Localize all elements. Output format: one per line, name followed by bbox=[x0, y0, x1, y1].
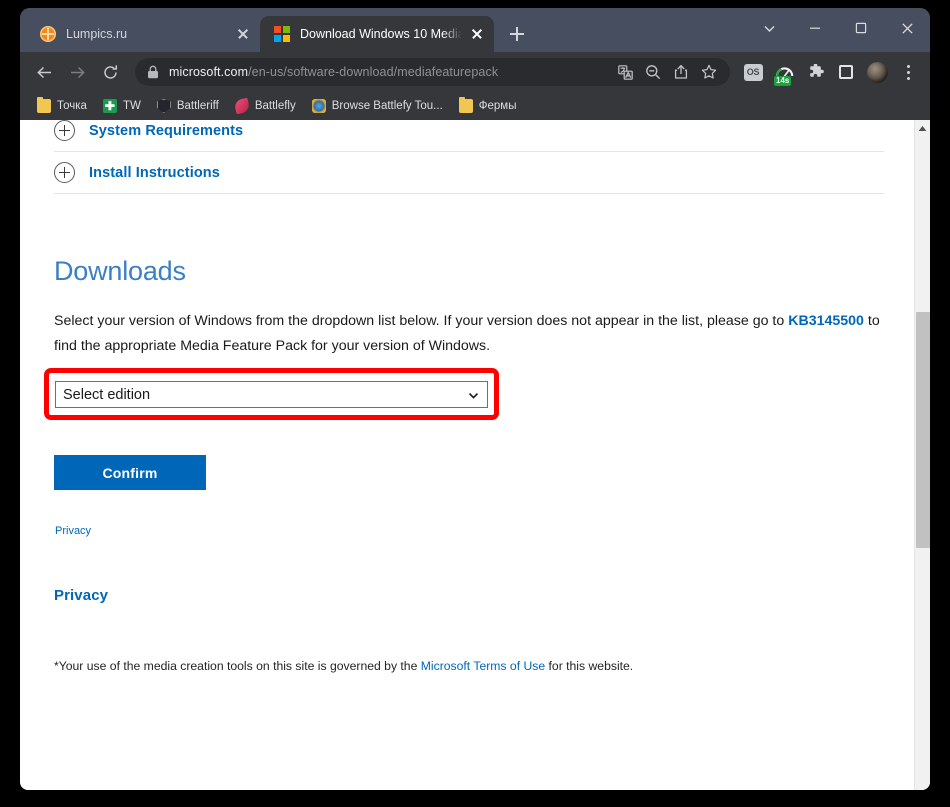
browser-window: Lumpics.ru Download Windows 10 Media Fe bbox=[20, 8, 930, 790]
minimize-icon bbox=[810, 27, 820, 29]
footnote-text: *Your use of the media creation tools on… bbox=[54, 659, 633, 673]
accordion-system-requirements[interactable]: System Requirements bbox=[54, 120, 884, 152]
new-tab-button[interactable] bbox=[502, 19, 532, 49]
close-tab-icon[interactable] bbox=[466, 23, 488, 45]
accordion-install-instructions[interactable]: Install Instructions bbox=[54, 152, 884, 194]
browser-toolbar: microsoft.com/en-us/software-download/me… bbox=[20, 52, 930, 92]
arrow-right-icon bbox=[70, 66, 85, 78]
confirm-button[interactable]: Confirm bbox=[54, 455, 206, 490]
privacy-link-small[interactable]: Privacy bbox=[55, 525, 91, 537]
bookmark-label: Фермы bbox=[478, 100, 517, 112]
battleriff-icon bbox=[156, 99, 171, 113]
profile-avatar[interactable] bbox=[863, 58, 891, 86]
tab-title: Download Windows 10 Media Fe bbox=[300, 27, 462, 41]
scroll-up-icon[interactable] bbox=[915, 120, 930, 136]
reload-icon bbox=[103, 64, 117, 79]
plus-circle-icon bbox=[54, 162, 75, 183]
plus-circle-icon bbox=[54, 120, 75, 141]
tab-search-button[interactable] bbox=[746, 8, 792, 48]
intro-paragraph: Select your version of Windows from the … bbox=[54, 309, 884, 359]
bookmark-label: TW bbox=[122, 100, 141, 112]
page-title: Downloads bbox=[54, 256, 186, 286]
folder-icon bbox=[458, 97, 473, 113]
bookmark-browse-battlefy[interactable]: Browse Battlefy Tou... bbox=[305, 95, 450, 117]
bookmark-label: Battleriff bbox=[176, 100, 219, 112]
speed-badge-label: 14s bbox=[774, 76, 792, 86]
speed-extension-icon[interactable]: 14s bbox=[770, 58, 798, 86]
privacy-link-large[interactable]: Privacy bbox=[54, 587, 108, 604]
tab-title: Lumpics.ru bbox=[66, 27, 128, 41]
folder-icon bbox=[37, 97, 51, 113]
close-tab-icon[interactable] bbox=[232, 23, 254, 45]
accordion-label: Install Instructions bbox=[89, 164, 220, 181]
os-extension-label: OS bbox=[743, 63, 763, 81]
lumpics-favicon bbox=[40, 26, 56, 42]
accordion-label: System Requirements bbox=[89, 122, 244, 139]
edition-select-value: Select edition bbox=[63, 386, 151, 403]
os-extension-icon[interactable]: OS bbox=[739, 58, 767, 86]
kb-article-link[interactable]: KB3145500 bbox=[788, 313, 864, 329]
bookmark-fermy[interactable]: Фермы bbox=[452, 95, 524, 117]
url-path: /en-us/software-download/mediafeaturepac… bbox=[248, 65, 499, 79]
translate-icon[interactable] bbox=[612, 59, 638, 85]
maximize-icon bbox=[855, 22, 867, 34]
footnote-part2: for this website. bbox=[545, 659, 634, 673]
minimize-button[interactable] bbox=[792, 8, 838, 48]
bookmarks-bar: Точка ✚ TW Battleriff Battlefly Browse B… bbox=[20, 92, 930, 120]
page-scrollbar[interactable] bbox=[914, 120, 930, 790]
bookmark-star-icon[interactable] bbox=[696, 59, 722, 85]
maximize-button[interactable] bbox=[838, 8, 884, 48]
zoom-icon[interactable] bbox=[640, 59, 666, 85]
window-controls bbox=[746, 8, 930, 48]
terms-of-use-link[interactable]: Microsoft Terms of Use bbox=[421, 659, 545, 673]
microsoft-favicon bbox=[274, 26, 290, 42]
tab-strip: Lumpics.ru Download Windows 10 Media Fe bbox=[20, 8, 930, 52]
reload-button[interactable] bbox=[96, 58, 124, 86]
lock-icon bbox=[147, 65, 159, 79]
bookmark-label: Точка bbox=[57, 100, 87, 112]
bookmark-battlefly[interactable]: Battlefly bbox=[228, 95, 303, 117]
battlefy-icon bbox=[311, 99, 326, 113]
chevron-down-icon bbox=[764, 25, 774, 32]
edition-select[interactable]: Select edition bbox=[55, 381, 488, 408]
chevron-down-icon bbox=[468, 389, 479, 400]
back-button[interactable] bbox=[30, 58, 58, 86]
address-bar[interactable]: microsoft.com/en-us/software-download/me… bbox=[135, 58, 730, 86]
close-icon bbox=[901, 22, 913, 34]
extensions-puzzle-icon[interactable] bbox=[801, 58, 829, 86]
page-content: System Requirements Install Instructions… bbox=[20, 120, 914, 790]
tw-icon: ✚ bbox=[102, 99, 117, 113]
arrow-left-icon bbox=[36, 66, 51, 78]
close-window-button[interactable] bbox=[884, 8, 930, 48]
bookmark-battleriff[interactable]: Battleriff bbox=[150, 95, 226, 117]
battlefly-icon bbox=[233, 97, 251, 115]
url-domain: microsoft.com bbox=[169, 65, 249, 79]
page-viewport: System Requirements Install Instructions… bbox=[20, 120, 930, 790]
bookmark-label: Browse Battlefy Tou... bbox=[331, 100, 443, 112]
bookmark-tw[interactable]: ✚ TW bbox=[96, 95, 148, 117]
scrollbar-thumb[interactable] bbox=[916, 312, 930, 548]
browser-tab-lumpics[interactable]: Lumpics.ru bbox=[26, 16, 260, 52]
bookmark-tochka[interactable]: Точка bbox=[30, 95, 94, 117]
intro-text-part1: Select your version of Windows from the … bbox=[54, 313, 789, 329]
forward-button[interactable] bbox=[63, 58, 91, 86]
edition-select-wrapper: Select edition bbox=[55, 381, 488, 408]
share-icon[interactable] bbox=[668, 59, 694, 85]
url-text: microsoft.com/en-us/software-download/me… bbox=[169, 65, 610, 79]
footnote-part1: *Your use of the media creation tools on… bbox=[54, 659, 421, 673]
chrome-menu-icon[interactable] bbox=[894, 58, 922, 86]
bookmark-label: Battlefly bbox=[254, 100, 296, 112]
side-panel-icon[interactable] bbox=[832, 58, 860, 86]
browser-tab-media-feature-pack[interactable]: Download Windows 10 Media Fe bbox=[260, 16, 494, 52]
